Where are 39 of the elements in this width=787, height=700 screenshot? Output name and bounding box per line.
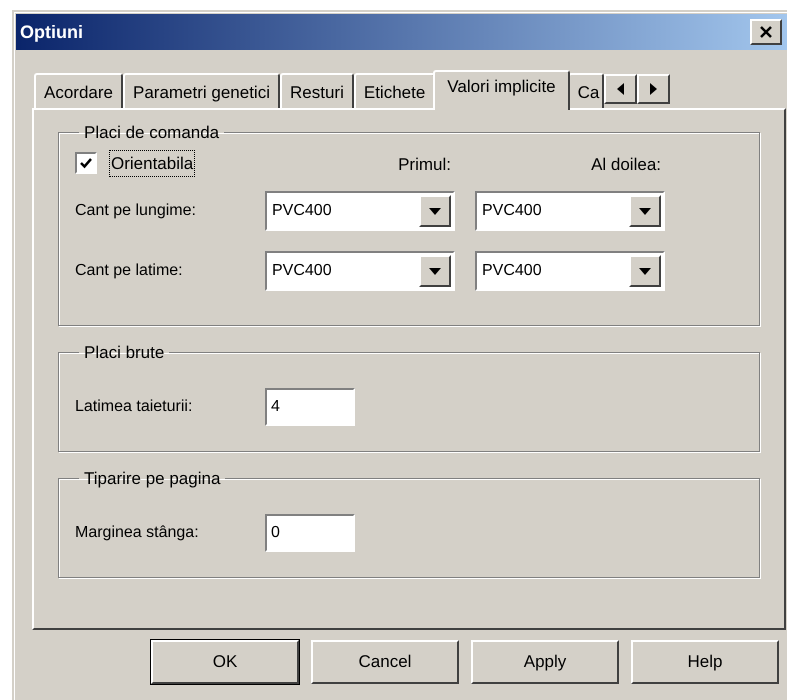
- tab[interactable]: Parametri genetici: [122, 73, 280, 108]
- close-button[interactable]: [750, 19, 782, 45]
- left-arrow-icon: [616, 83, 624, 95]
- input-field[interactable]: 4: [265, 388, 355, 426]
- dropdown[interactable]: PVC400: [265, 191, 455, 231]
- row-label: Cant pe lungime:: [75, 201, 197, 221]
- column-header: Primul:: [398, 154, 451, 176]
- checkmark-icon: [80, 157, 92, 170]
- input-field[interactable]: 0: [265, 514, 355, 552]
- scroll-right-button[interactable]: [636, 74, 670, 104]
- tab[interactable]: Valori implicite: [433, 70, 570, 110]
- group-title: Placi brute: [83, 342, 166, 364]
- column-header: Al doilea:: [591, 154, 661, 176]
- field-label: Marginea stânga:: [75, 522, 200, 542]
- dialog-button[interactable]: Help: [631, 640, 779, 684]
- caret-icon: [429, 208, 441, 214]
- group-title: Tiparire pe pagina: [83, 468, 222, 490]
- row-label: Cant pe latime:: [75, 261, 184, 281]
- right-arrow-icon: [650, 83, 657, 95]
- scroll-left-button[interactable]: [604, 74, 637, 104]
- dialog-button[interactable]: Apply: [471, 640, 619, 684]
- checkbox[interactable]: [75, 152, 97, 174]
- caret-icon: [639, 268, 651, 274]
- checkbox-label[interactable]: Orientabila: [109, 150, 196, 177]
- dialog-button[interactable]: OK: [151, 640, 299, 684]
- group-title: Placi de comanda: [83, 122, 220, 144]
- caret-icon: [639, 208, 651, 214]
- close-icon: [760, 26, 772, 38]
- tab[interactable]: Etichete: [354, 73, 436, 108]
- tab[interactable]: Acordare: [34, 73, 123, 108]
- dropdown[interactable]: PVC400: [475, 251, 665, 291]
- tab[interactable]: Ca: [568, 73, 604, 108]
- window-title: Optiuni: [20, 20, 83, 44]
- field-label: Latimea taieturii:: [75, 396, 194, 416]
- dropdown[interactable]: PVC400: [265, 251, 455, 291]
- caret-icon: [429, 268, 441, 274]
- tab[interactable]: Resturi: [280, 73, 354, 108]
- dropdown[interactable]: PVC400: [475, 191, 665, 231]
- dialog-button[interactable]: Cancel: [311, 640, 459, 684]
